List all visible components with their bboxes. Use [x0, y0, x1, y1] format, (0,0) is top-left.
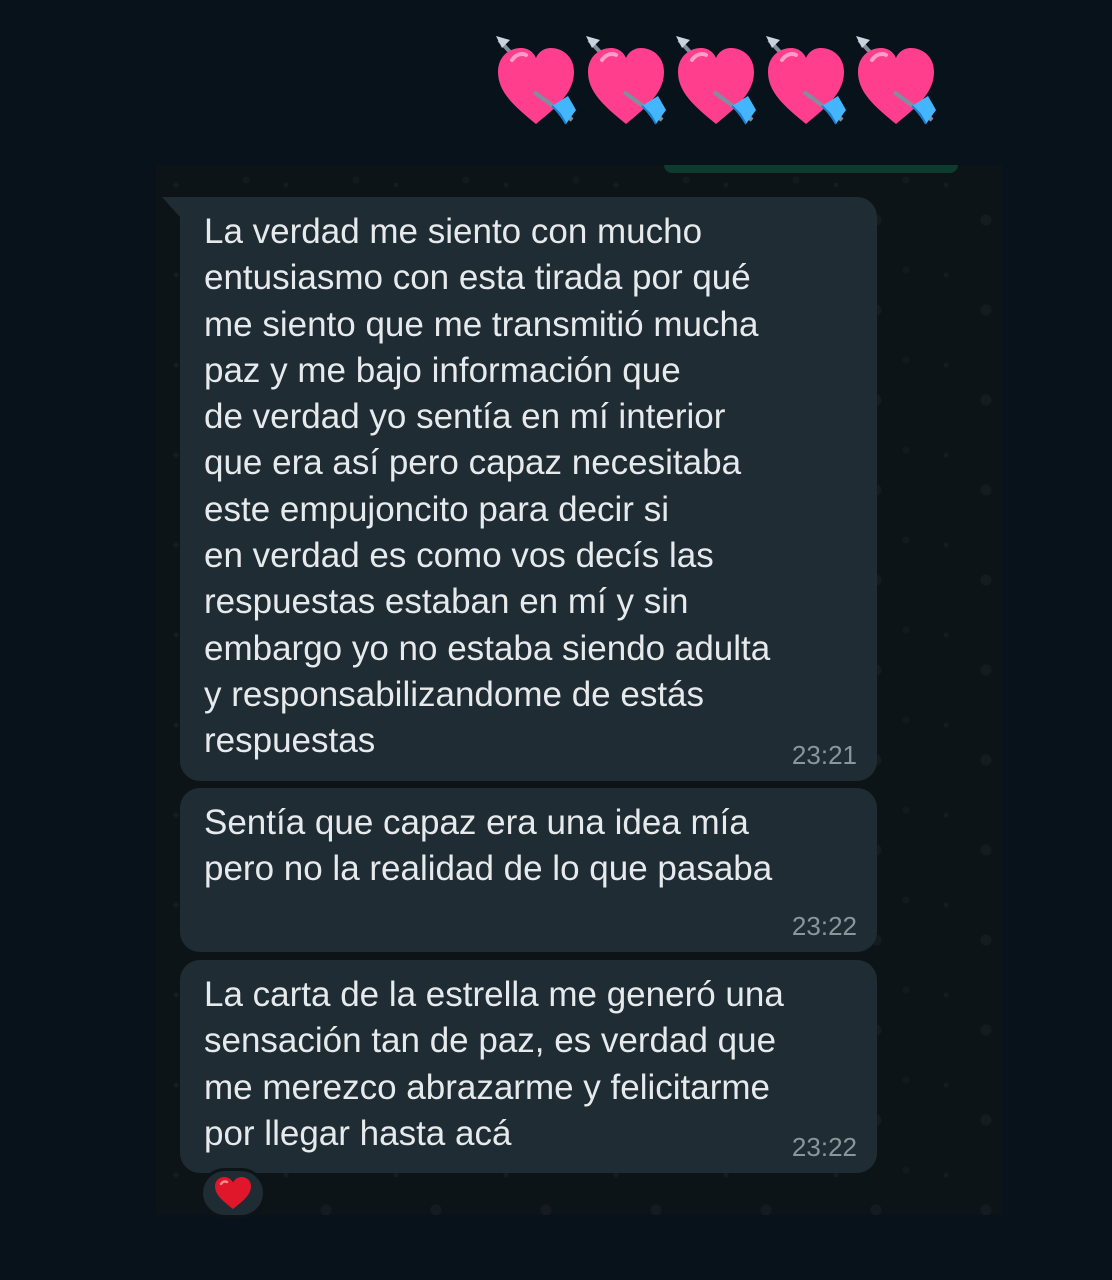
heart-with-arrow-icon — [674, 34, 758, 128]
heart-with-arrow-icon — [764, 34, 848, 128]
incoming-message-bubble[interactable]: Sentía que capaz era una idea mía pero n… — [180, 788, 877, 952]
red-heart-icon — [215, 1177, 251, 1209]
message-reaction[interactable] — [200, 1168, 266, 1218]
heart-with-arrow-icon — [494, 34, 578, 128]
message-text: Sentía que capaz era una idea mía pero n… — [204, 803, 773, 889]
message-text: La verdad me siento con mucho entusiasmo… — [204, 212, 771, 761]
incoming-message-bubble[interactable]: La carta de la estrella me generó una se… — [180, 960, 877, 1173]
message-timestamp: 23:22 — [791, 1132, 857, 1162]
heart-with-arrow-icon — [584, 34, 668, 128]
incoming-message-bubble[interactable]: La verdad me siento con mucho entusiasmo… — [162, 197, 877, 781]
message-timestamp: 23:22 — [791, 911, 857, 941]
message-timestamp: 23:21 — [791, 740, 857, 770]
previous-outgoing-bubble-edge — [664, 165, 958, 173]
heart-with-arrow-icon — [854, 34, 938, 128]
emoji-hearts-row — [494, 34, 944, 128]
message-text: La carta de la estrella me generó una se… — [204, 975, 784, 1153]
